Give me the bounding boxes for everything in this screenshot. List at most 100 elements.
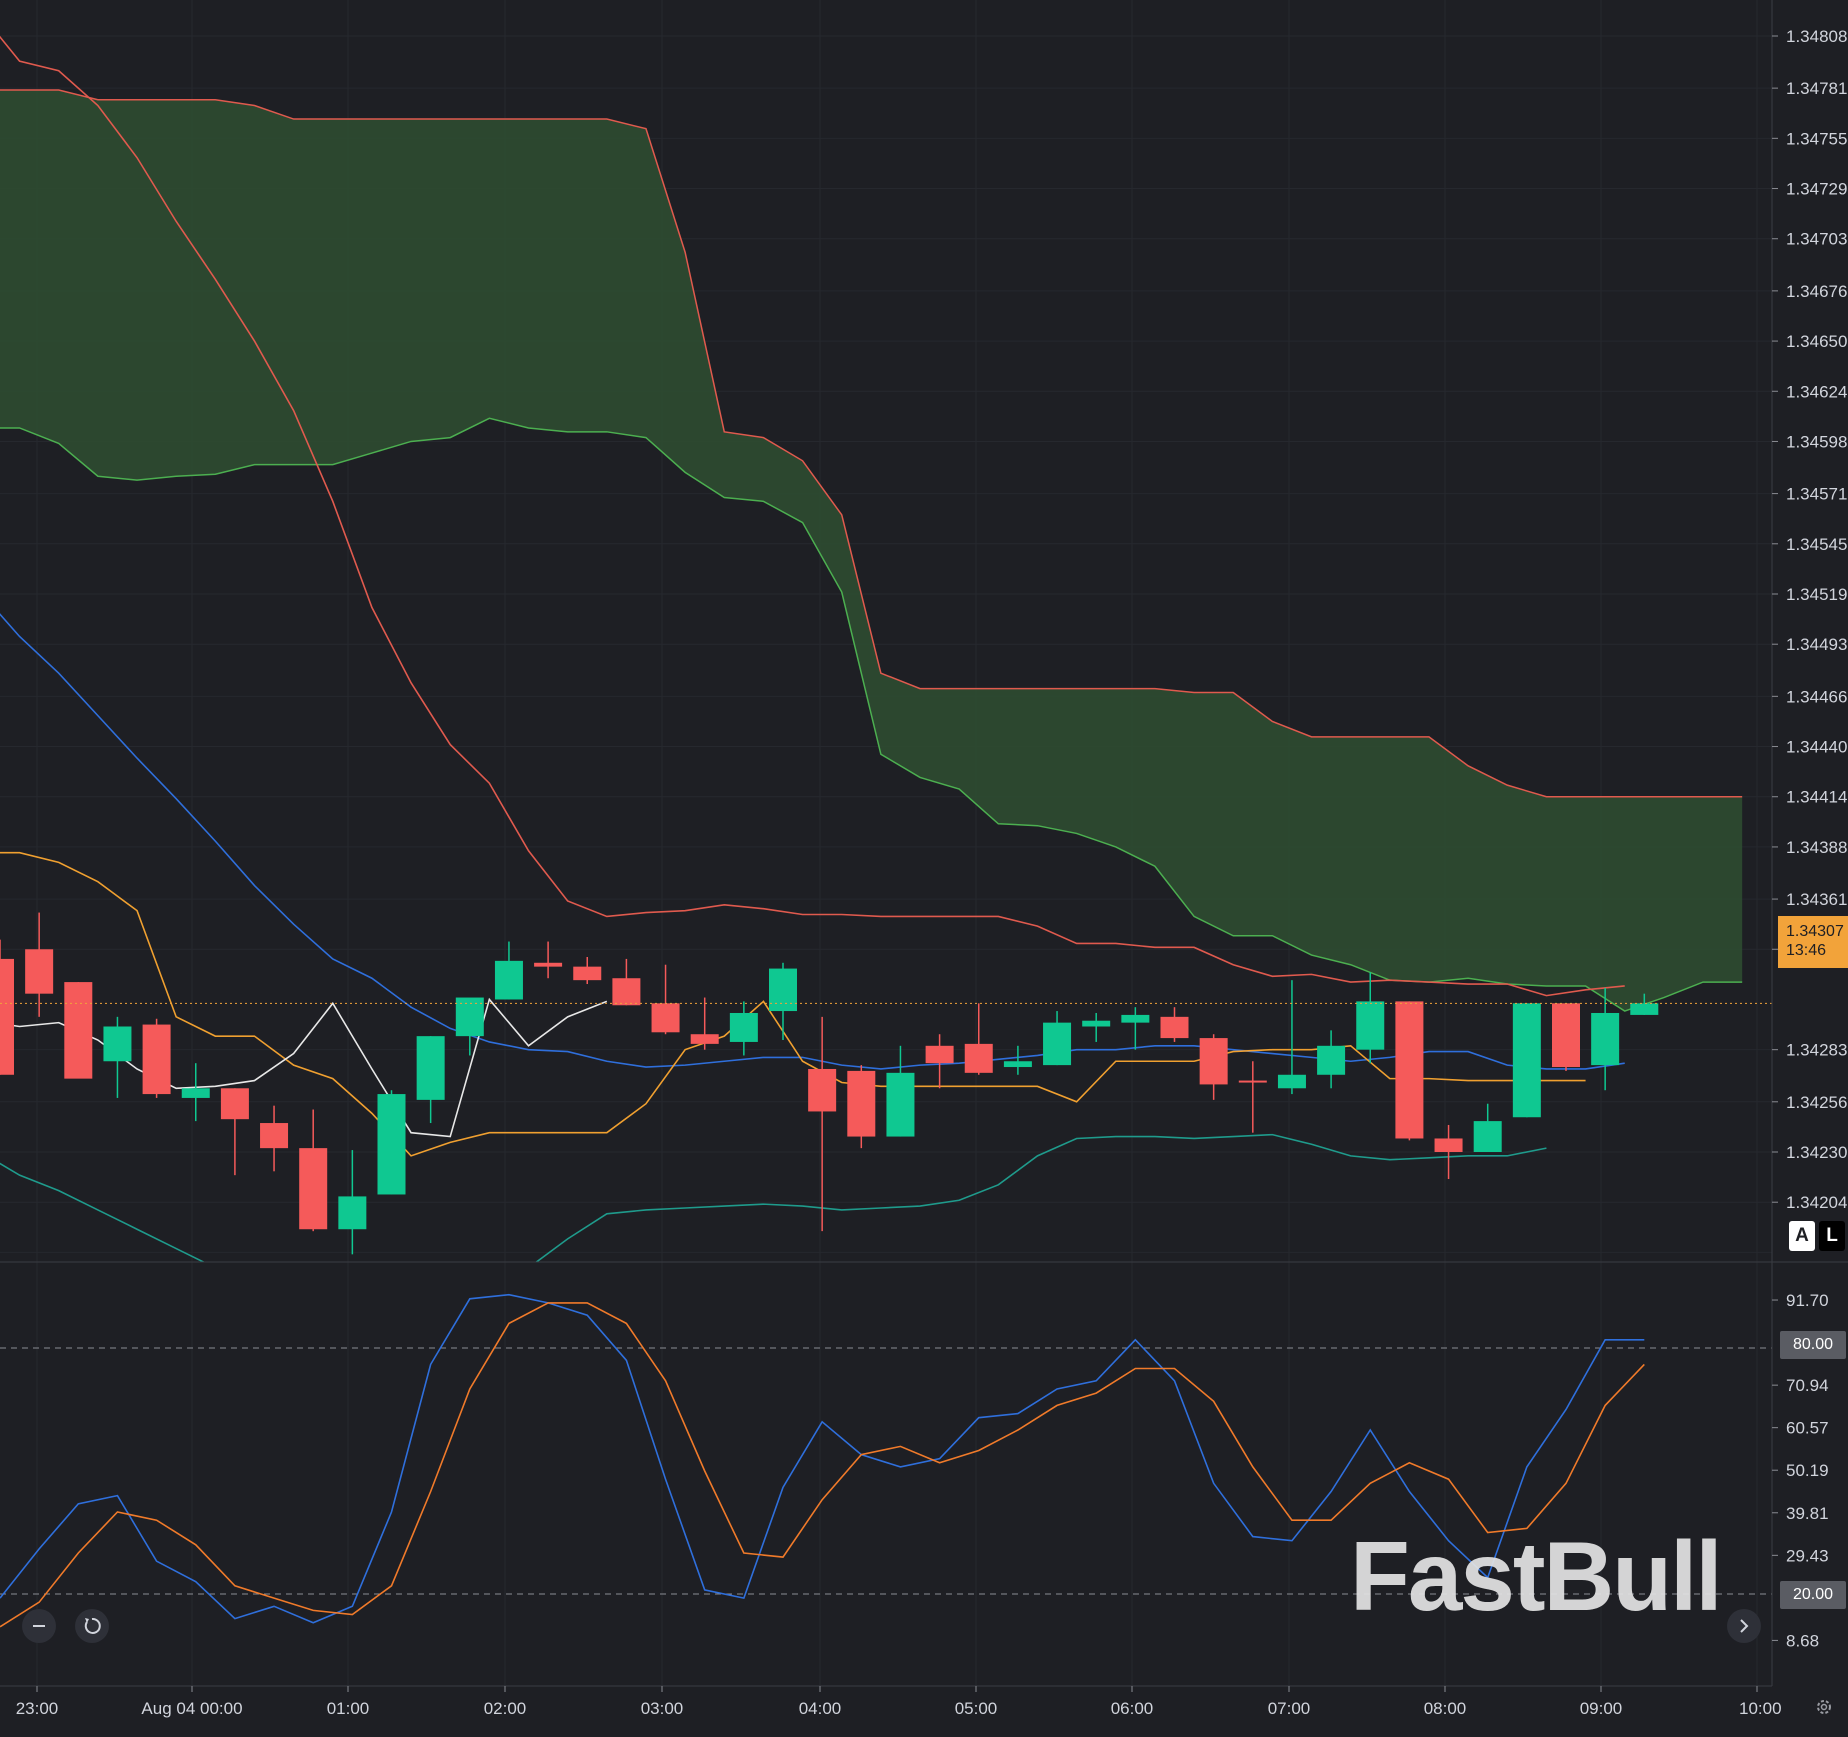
candle-body (1356, 1001, 1385, 1050)
time-axis-label: 23:00 (16, 1699, 59, 1718)
candle-body (1591, 1012, 1620, 1066)
price-axis-label: 1.34256 (1786, 1093, 1847, 1112)
bar-countdown: 13:46 (1786, 942, 1827, 959)
candle-body (1003, 1061, 1032, 1068)
candle-body (181, 1088, 210, 1098)
candle-body (573, 966, 602, 981)
price-axis-label: 1.34676 (1786, 282, 1847, 301)
time-axis-label: 01:00 (327, 1699, 370, 1718)
chart-settings-button[interactable] (1814, 1697, 1834, 1717)
price-axis-label: 1.34755 (1786, 129, 1847, 148)
price-axis-label: 1.34283 (1786, 1041, 1847, 1060)
price-axis-label: 1.34650 (1786, 332, 1847, 351)
last-price-tag: 1.34307 13:46 (1778, 916, 1848, 968)
price-axis-label: 1.34729 (1786, 180, 1847, 199)
fastbull-watermark: FastBull (1350, 1521, 1723, 1631)
candle-body (1473, 1121, 1502, 1152)
candle-body (103, 1026, 132, 1062)
candle-body (25, 949, 54, 994)
time-axis-label: 07:00 (1268, 1699, 1311, 1718)
candle-body (260, 1123, 289, 1149)
candle-body (220, 1088, 249, 1120)
candle-body (690, 1034, 719, 1044)
time-axis-label: 02:00 (484, 1699, 527, 1718)
candle-body (612, 978, 641, 1006)
time-axis-label: 05:00 (955, 1699, 998, 1718)
price-axis-label: 1.34808 (1786, 27, 1847, 46)
price-axis-label: 1.34519 (1786, 585, 1847, 604)
candle-body (847, 1070, 876, 1137)
time-axis-label: 09:00 (1580, 1699, 1623, 1718)
candle-body (964, 1043, 993, 1073)
time-axis-label: 10:00 (1739, 1699, 1782, 1718)
log-scale-button[interactable]: L (1819, 1221, 1845, 1251)
price-axis-label: 1.34361 (1786, 890, 1847, 909)
candle-body (494, 960, 523, 1000)
price-axis-label: 1.34230 (1786, 1143, 1847, 1162)
candle-body (64, 982, 93, 1079)
candle-body (1512, 1003, 1541, 1118)
price-axis-label: 1.34466 (1786, 687, 1847, 706)
candle-body (1199, 1038, 1228, 1085)
candle-body (142, 1024, 171, 1095)
price-axis-label: 1.34703 (1786, 230, 1847, 249)
gear-icon (1817, 1700, 1831, 1714)
candle-body (769, 968, 797, 1012)
auto-scale-button[interactable]: A (1789, 1221, 1815, 1251)
candle-body (377, 1094, 406, 1195)
time-axis-label: 08:00 (1424, 1699, 1467, 1718)
price-axis-label: 1.34624 (1786, 382, 1847, 401)
candle-body (1043, 1022, 1072, 1066)
oscillator-axis-label: 50.19 (1786, 1461, 1829, 1480)
price-axis-label: 1.34545 (1786, 535, 1847, 554)
price-axis-label: 1.34598 (1786, 432, 1847, 451)
chevron-right-icon (1740, 1619, 1749, 1633)
candle-body (925, 1045, 954, 1064)
time-axis-label: 04:00 (799, 1699, 842, 1718)
time-axis-label: Aug 04 00:00 (141, 1699, 242, 1718)
price-axis-label: 1.34414 (1786, 788, 1847, 807)
price-axis-label: 1.34388 (1786, 838, 1847, 857)
candle-body (0, 958, 14, 1075)
candle-body (1121, 1014, 1150, 1023)
scroll-right-button[interactable] (1727, 1609, 1761, 1643)
oscillator-axis-label: 8.68 (1786, 1631, 1819, 1650)
oscillator-axis-label: 39.81 (1786, 1504, 1829, 1523)
zoom-out-button[interactable] (22, 1609, 56, 1643)
oscillator-axis-label: 29.43 (1786, 1546, 1829, 1565)
candle-body (299, 1148, 328, 1230)
oscillator-level-20-tag: 20.00 (1780, 1581, 1846, 1609)
candle-body (1552, 1003, 1580, 1068)
candle-body (1160, 1016, 1189, 1039)
price-axis-label: 1.34440 (1786, 738, 1847, 757)
price-axis-label: 1.34781 (1786, 79, 1847, 98)
candle-body (1238, 1080, 1267, 1083)
price-axis-label: 1.34204 (1786, 1193, 1847, 1212)
oscillator-axis-label: 60.57 (1786, 1419, 1829, 1438)
candle-body (1630, 1003, 1659, 1015)
time-axis-label: 03:00 (641, 1699, 684, 1718)
reset-icon (84, 1617, 101, 1634)
candle-body (1317, 1045, 1346, 1075)
last-price-value: 1.34307 (1786, 923, 1844, 940)
candle-body (534, 962, 563, 967)
candle-body (338, 1196, 367, 1230)
price-axis-label: 1.34571 (1786, 485, 1847, 504)
chart-canvas[interactable]: 1.34808 1.34781 1.34755 1.34729 1.34703 1.346… (0, 0, 1848, 1737)
candle-body (416, 1036, 445, 1100)
candle-body (1395, 1001, 1424, 1139)
candle-body (1277, 1074, 1306, 1089)
time-axis-label: 06:00 (1111, 1699, 1154, 1718)
candle-body (886, 1072, 915, 1137)
oscillator-axis-label: 91.70 (1786, 1291, 1829, 1310)
price-axis-label: 1.34493 (1786, 635, 1847, 654)
candle-body (1434, 1138, 1463, 1152)
oscillator-level-80-tag: 80.00 (1780, 1331, 1846, 1359)
candle-body (729, 1012, 758, 1042)
candle-body (1082, 1020, 1111, 1027)
oscillator-axis-label: 70.94 (1786, 1376, 1829, 1395)
candle-body (651, 1003, 680, 1033)
minus-icon (33, 1625, 45, 1627)
reset-chart-button[interactable] (75, 1609, 109, 1643)
candle-body (808, 1068, 837, 1112)
